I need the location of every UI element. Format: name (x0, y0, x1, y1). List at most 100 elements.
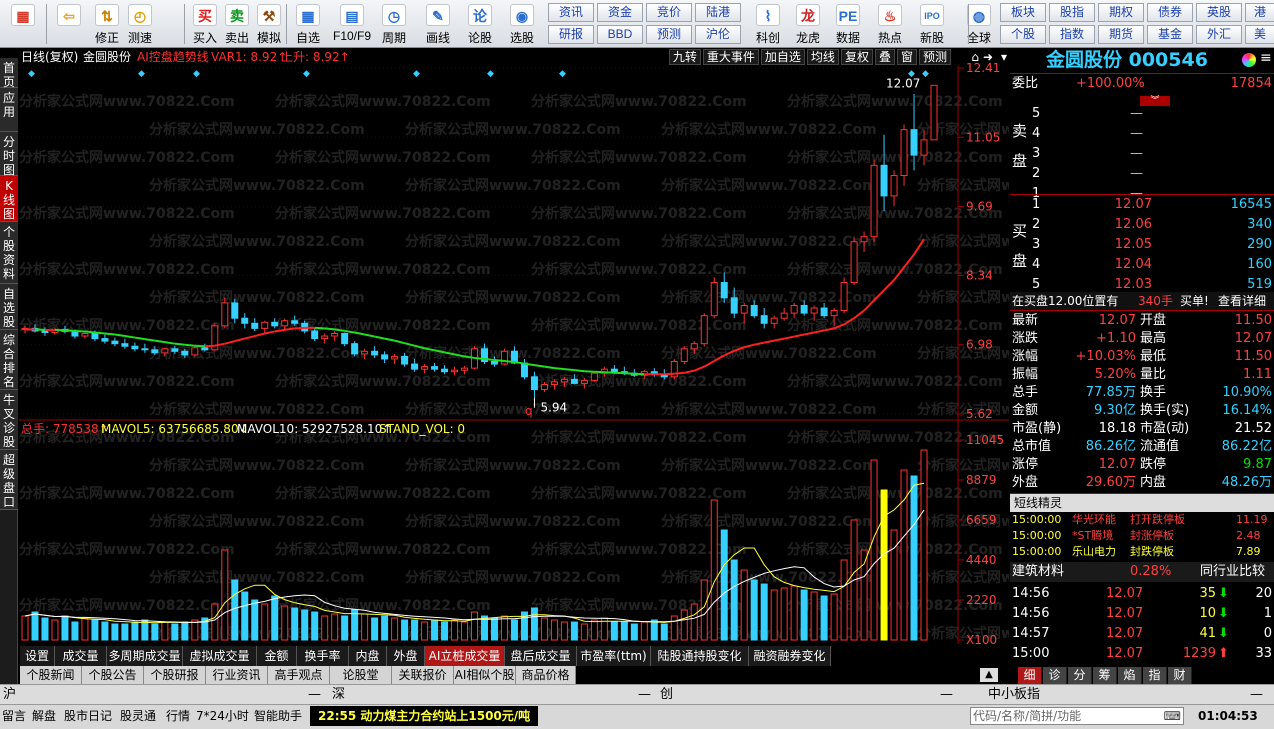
toolbar-btn-14[interactable]: 龙龙虎 (790, 2, 826, 46)
news-tab-7[interactable]: AI相似个股 (454, 666, 516, 684)
quick-btn-0-1[interactable]: 资金 (597, 3, 643, 22)
order-note[interactable]: 在买盘12.00位置有 340手 买单! 查看详细 (1010, 292, 1274, 310)
indicator-tab-9[interactable]: 盘后成交量 (505, 646, 577, 666)
toolbar-btn-15[interactable]: PE 数据 (830, 2, 866, 46)
toolbar-btn-6[interactable]: ⚒ 模拟 (254, 2, 284, 46)
indicator-tab-12[interactable]: 融资融券变化 (749, 646, 831, 666)
toolbar-btn-17[interactable]: IPO 新股 (914, 2, 950, 46)
indicator-tab-0[interactable]: 设置 (20, 646, 55, 666)
event-marker-icon[interactable]: ◆ (193, 69, 200, 79)
toolbar-btn-5[interactable]: 卖卖出 (222, 2, 252, 46)
spirit-row[interactable]: 15:00:00 *ST腾境 封涨停板 2.48 (1010, 528, 1274, 544)
toolbar-btn-2[interactable]: ⇅ 修正 (92, 2, 122, 46)
indicator-tab-1[interactable]: 成交量 (55, 646, 107, 666)
news-tab-5[interactable]: 论股堂 (330, 666, 392, 684)
menu-icon[interactable]: ≡ (1260, 50, 1272, 66)
status-item-4[interactable]: 行情 (166, 705, 190, 727)
indicator-tab-11[interactable]: 陆股通持股变化 (651, 646, 749, 666)
event-marker-icon[interactable]: ◆ (922, 69, 929, 79)
news-tab-3[interactable]: 行业资讯 (206, 666, 268, 684)
quick-btn-0-2[interactable]: 竞价 (646, 3, 692, 22)
event-marker-icon[interactable]: ◆ (138, 69, 145, 79)
sidebar-tab-4[interactable]: 个股资料 (0, 222, 18, 284)
sidebar-tab-7[interactable]: 牛叉诊股 (0, 390, 18, 450)
indicator-tab-5[interactable]: 换手率 (297, 646, 349, 666)
event-marker-icon[interactable]: ◆ (303, 69, 310, 79)
kline-chart-area[interactable]: 日线(复权) 金圆股份 AI控盘趋势线 VAR1: 8.92↑ 上升: 8.92… (19, 48, 1009, 644)
news-tab-6[interactable]: 关联报价 (392, 666, 454, 684)
color-wheel-icon[interactable] (1242, 53, 1256, 67)
market-btn-0-2[interactable]: 期权 (1098, 3, 1144, 22)
toolbar-btn-16[interactable]: ♨ 热点 (870, 2, 910, 46)
indicator-tab-10[interactable]: 市盈率(ttm) (577, 646, 651, 666)
market-btn-0-5[interactable]: 港 (1245, 3, 1274, 22)
event-marker-icon[interactable]: ◆ (487, 69, 494, 79)
news-tab-4[interactable]: 高手观点 (268, 666, 330, 684)
event-marker-icon[interactable]: ◆ (559, 69, 566, 79)
market-btn-0-3[interactable]: 债券 (1147, 3, 1193, 22)
market-btn-0-4[interactable]: 英股 (1196, 3, 1242, 22)
toolbar-btn-1[interactable]: ⇦ (50, 2, 88, 46)
quick-btn-1-1[interactable]: BBD (597, 25, 643, 44)
shenzhen-index[interactable]: 深 (332, 685, 345, 705)
status-item-2[interactable]: 股市日记 (64, 705, 112, 727)
shanghai-index[interactable]: 沪 (3, 685, 16, 705)
toolbar-btn-0[interactable]: ▦ (4, 2, 42, 46)
news-tab-0[interactable]: 个股新闻 (20, 666, 82, 684)
search-box[interactable]: 代码/名称/简拼/功能 ⌨ (970, 707, 1184, 725)
detail-tab-0[interactable]: 细 (1018, 667, 1042, 684)
market-btn-1-2[interactable]: 期货 (1098, 25, 1144, 44)
chuangye-index[interactable]: 创 (660, 685, 673, 705)
keyboard-icon[interactable]: ⌨ (1164, 708, 1181, 724)
market-btn-1-0[interactable]: 个股 (1000, 25, 1046, 44)
sidebar-tab-3[interactable]: K线图 (0, 176, 18, 222)
news-tab-8[interactable]: 商品价格 (516, 666, 576, 684)
market-btn-1-5[interactable]: 美 (1245, 25, 1274, 44)
sidebar-tab-8[interactable]: 超级盘口 (0, 450, 18, 510)
toolbar-btn-18[interactable]: ◍ 全球 (960, 2, 998, 46)
detail-tab-2[interactable]: 分 (1068, 667, 1092, 684)
status-item-5[interactable]: 7*24小时 (196, 705, 249, 727)
sidebar-tab-0[interactable]: 首页 (0, 58, 18, 89)
sidebar-tab-2[interactable]: 分时图 (0, 132, 18, 177)
market-btn-1-1[interactable]: 指数 (1049, 25, 1095, 44)
event-marker-icon[interactable]: ◆ (28, 69, 35, 79)
status-item-3[interactable]: 股灵通 (120, 705, 156, 727)
detail-tab-1[interactable]: 诊 (1043, 667, 1067, 684)
indicator-tab-2[interactable]: 多周期成交量 (107, 646, 183, 666)
sector-bar[interactable]: 建筑材料 0.28% 同行业比较 (1010, 562, 1274, 582)
detail-tab-4[interactable]: 焰 (1118, 667, 1142, 684)
news-tab-1[interactable]: 个股公告 (82, 666, 144, 684)
news-tab-2[interactable]: 个股研报 (144, 666, 206, 684)
market-btn-1-4[interactable]: 外汇 (1196, 25, 1242, 44)
indicator-tab-8[interactable]: AI立桩成交量 (425, 646, 505, 666)
toolbar-btn-9[interactable]: ◷ 周期 (374, 2, 414, 46)
status-item-6[interactable]: 智能助手 (254, 705, 302, 727)
indicator-tab-3[interactable]: 虚拟成交量 (183, 646, 257, 666)
toolbar-btn-4[interactable]: 买买入 (190, 2, 220, 46)
detail-tab-6[interactable]: 财 (1168, 667, 1192, 684)
quick-btn-1-2[interactable]: 预测 (646, 25, 692, 44)
status-item-0[interactable]: 留言 (2, 705, 26, 727)
zxb-index[interactable]: 中小板指 (988, 685, 1040, 705)
indicator-tab-4[interactable]: 金额 (257, 646, 297, 666)
sidebar-tab-6[interactable]: 综合排名 (0, 330, 18, 390)
event-marker-icon[interactable]: ◆ (413, 69, 420, 79)
toolbar-btn-8[interactable]: ▤ F10/F9 (330, 2, 374, 46)
detail-tab-5[interactable]: 指 (1143, 667, 1167, 684)
detail-tab-3[interactable]: 筹 (1093, 667, 1117, 684)
toolbar-btn-7[interactable]: ▦ 自选 (290, 2, 326, 46)
quick-btn-1-0[interactable]: 研报 (548, 25, 594, 44)
indicator-tab-7[interactable]: 外盘 (387, 646, 425, 666)
spirit-row[interactable]: 15:00:00 华光环能 打开跌停板 11.19 (1010, 512, 1274, 528)
toolbar-btn-12[interactable]: ◉ 选股 (502, 2, 542, 46)
market-btn-0-0[interactable]: 板块 (1000, 3, 1046, 22)
market-btn-0-1[interactable]: 股指 (1049, 3, 1095, 22)
toolbar-btn-3[interactable]: ◴ 测速 (124, 2, 156, 46)
spirit-row[interactable]: 15:00:00 乐山电力 封跌停板 7.89 (1010, 544, 1274, 560)
market-btn-1-3[interactable]: 基金 (1147, 25, 1193, 44)
toolbar-btn-11[interactable]: 论论股 (462, 2, 498, 46)
quick-btn-1-3[interactable]: 沪伦 (695, 25, 741, 44)
toolbar-btn-13[interactable]: ⌇ 科创 (750, 2, 786, 46)
quick-btn-0-0[interactable]: 资讯 (548, 3, 594, 22)
